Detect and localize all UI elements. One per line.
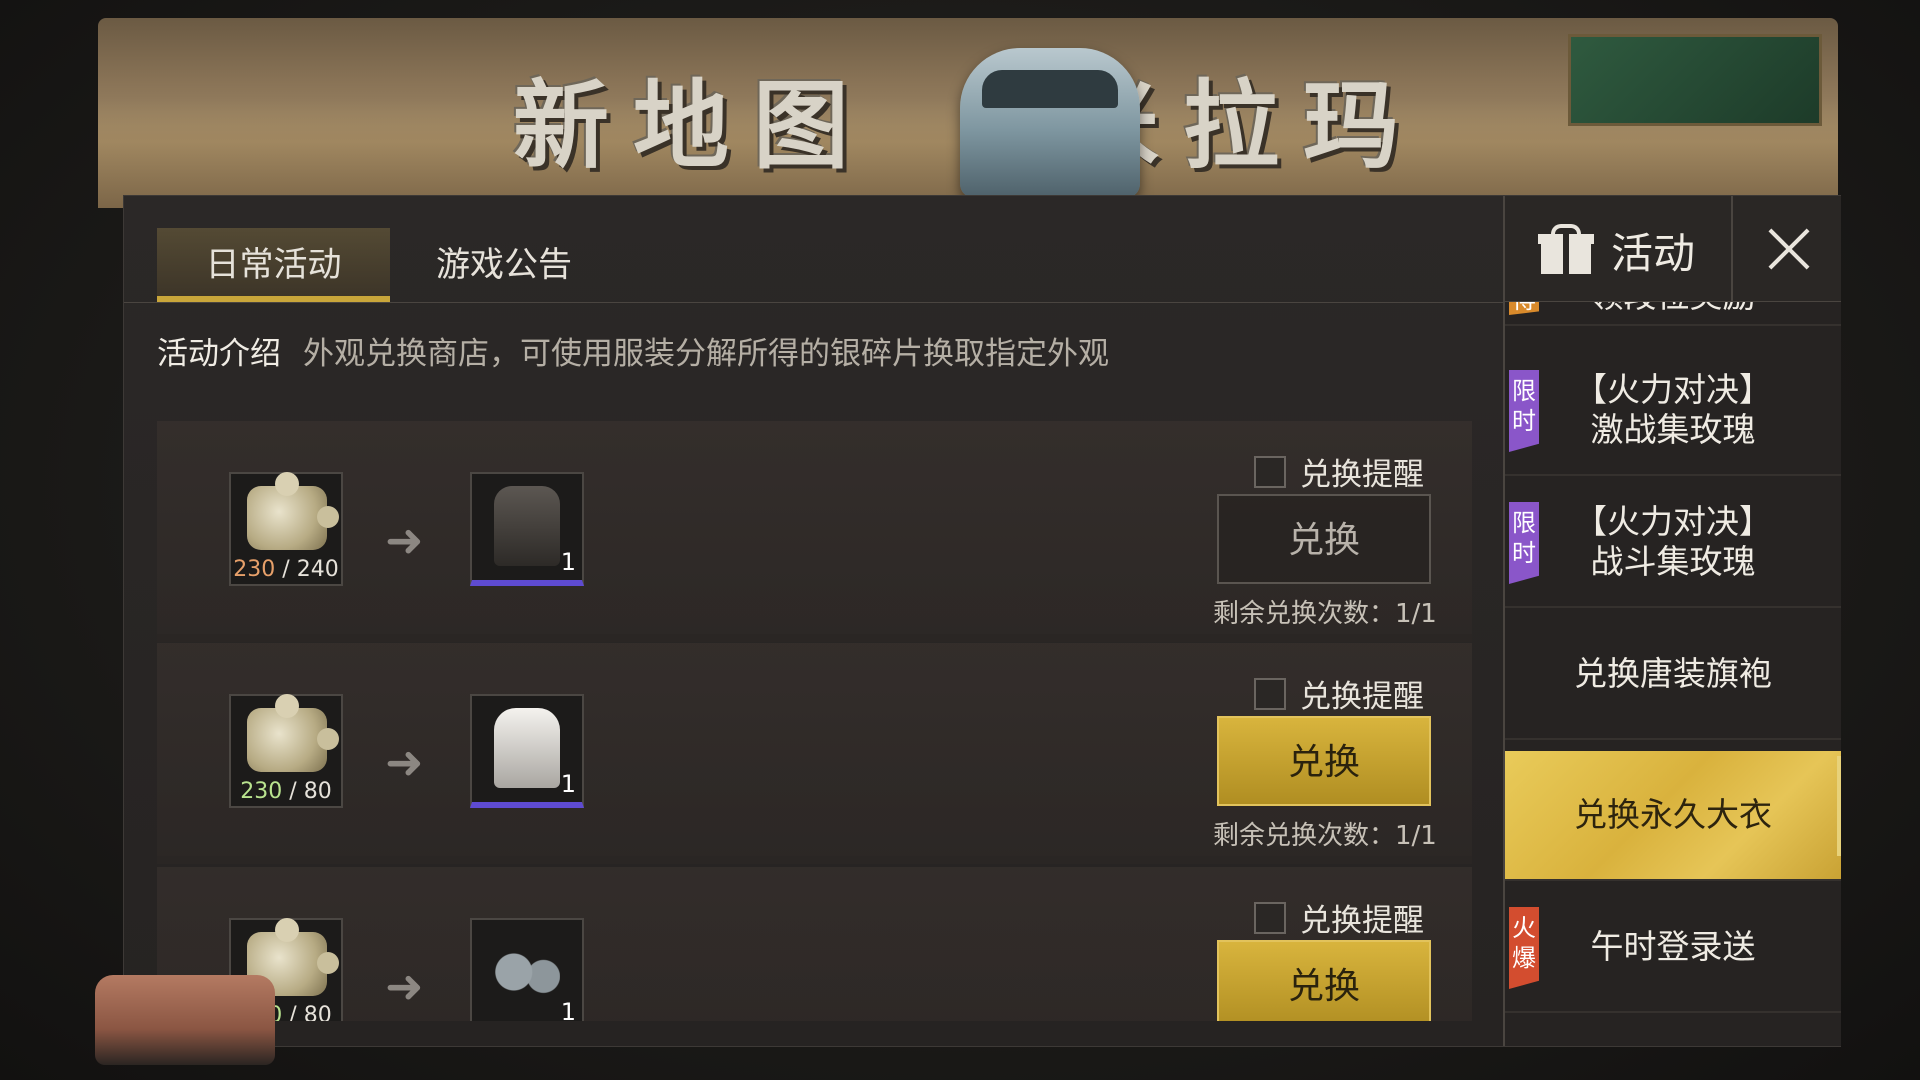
intro-label: 活动介绍 <box>157 336 281 372</box>
reward-item-tile[interactable]: 1 <box>470 472 584 586</box>
fragment-have: 230 <box>240 779 283 804</box>
sidebar-item-permanent-coat[interactable]: 兑换永久大衣 <box>1505 751 1841 881</box>
sidebar-item-tag: 限时 <box>1509 370 1539 452</box>
reminder-checkbox[interactable] <box>1254 901 1286 934</box>
sidebar-item-tag: 限时 <box>1509 502 1539 584</box>
close-icon[interactable] <box>1765 224 1813 272</box>
exchange-row: 230 / 80 ➜ 1 兑换提醒 兑换 剩余兑换次数：1/1 <box>157 643 1472 864</box>
exchange-row: 230 / 80 ➜ 1 兑换提醒 兑换 <box>157 867 1472 1021</box>
dark-trenchcoat-icon <box>494 486 560 566</box>
sunglasses-icon <box>494 950 560 994</box>
activity-intro: 活动介绍 外观兑换商店，可使用服装分解所得的银碎片换取指定外观 <box>157 328 1109 373</box>
puzzle-piece-icon <box>247 472 339 550</box>
activity-panel: 日常活动 游戏公告 活动介绍 外观兑换商店，可使用服装分解所得的银碎片换取指定外观… <box>123 195 1841 1047</box>
reminder-label: 兑换提醒 <box>1300 903 1424 939</box>
sidebar-scrollbar[interactable] <box>1837 756 1841 856</box>
sidebar-title: 活动 <box>1611 229 1696 278</box>
reminder-label: 兑换提醒 <box>1300 679 1424 715</box>
item-quantity: 1 <box>560 548 576 576</box>
reward-item-tile[interactable]: 1 <box>470 918 584 1021</box>
reminder-checkbox[interactable] <box>1254 455 1286 488</box>
sidebar-header: 活动 <box>1505 196 1841 302</box>
header-divider <box>1731 196 1733 301</box>
item-quantity: 1 <box>560 770 576 798</box>
exchange-reminder[interactable]: 兑换提醒 <box>1254 449 1424 494</box>
sidebar-item-label: 兑换唐装旗袍 <box>1574 654 1772 693</box>
intro-text: 外观兑换商店，可使用服装分解所得的银碎片换取指定外观 <box>303 336 1109 372</box>
arrow-right-icon: ➜ <box>385 959 424 1013</box>
remaining-exchanges: 剩余兑换次数：1/1 <box>1213 821 1437 851</box>
sidebar-item-firepower-roses-1[interactable]: 限时 【火力对决】激战集玫瑰 <box>1505 346 1841 476</box>
exchange-reminder[interactable]: 兑换提醒 <box>1254 895 1424 940</box>
sidebar-item-tag: 火爆 <box>1509 907 1539 989</box>
exchange-reminder[interactable]: 兑换提醒 <box>1254 671 1424 716</box>
exchange-button[interactable]: 兑换 <box>1217 494 1431 584</box>
arrow-right-icon: ➜ <box>385 735 424 789</box>
exchange-button[interactable]: 兑换 <box>1217 940 1431 1021</box>
sidebar-item-firepower-roses-2[interactable]: 限时 【火力对决】战斗集玫瑰 <box>1505 478 1841 608</box>
reminder-label: 兑换提醒 <box>1300 457 1424 493</box>
tab-daily-activities[interactable]: 日常活动 <box>157 228 390 302</box>
tab-game-announcements[interactable]: 游戏公告 <box>404 228 604 302</box>
silver-fragment-tile: 230 / 80 <box>229 694 343 808</box>
puzzle-piece-icon <box>247 694 339 772</box>
banner-title-part1: 新地图 <box>513 70 873 182</box>
exchange-button[interactable]: 兑换 <box>1217 716 1431 806</box>
fragment-need: 240 <box>296 557 339 582</box>
sidebar-item-label: 【火力对决】战斗集玫瑰 <box>1574 502 1772 581</box>
fragment-count: 230 / 240 <box>233 557 339 582</box>
reward-item-tile[interactable]: 1 <box>470 694 584 808</box>
exchange-list[interactable]: 230 / 240 ➜ 1 兑换提醒 兑换 剩余兑换次数：1/1 230 / 8… <box>157 421 1472 1021</box>
sidebar-item-label: 兑换永久大衣 <box>1574 795 1772 834</box>
sidebar-item-label: 【火力对决】激战集玫瑰 <box>1574 370 1772 449</box>
fragment-have: 230 <box>233 557 276 582</box>
jeep-image <box>95 975 275 1065</box>
event-banner: 新地图 米拉玛 <box>98 18 1838 208</box>
arrow-right-icon: ➜ <box>385 513 424 567</box>
sidebar-item-label: 午时登录送 <box>1590 927 1756 966</box>
silver-fragment-tile: 230 / 240 <box>229 472 343 586</box>
tab-bar: 日常活动 游戏公告 <box>124 196 1504 303</box>
sidebar-item-tang-costume[interactable]: 兑换唐装旗袍 <box>1505 610 1841 740</box>
item-quantity: 1 <box>560 998 576 1021</box>
exchange-row: 230 / 240 ➜ 1 兑换提醒 兑换 剩余兑换次数：1/1 <box>157 421 1472 642</box>
fragment-need: 80 <box>303 779 332 804</box>
fragment-count: 230 / 80 <box>240 779 332 804</box>
fragment-need: 80 <box>303 1003 332 1021</box>
sidebar-item-noon-login[interactable]: 火爆 午时登录送 <box>1505 883 1841 1013</box>
white-jacket-icon <box>494 708 560 788</box>
activity-sidebar[interactable]: 活动 得 领段位奖励 限时 【火力对决】激战集玫瑰 限时 【火力对决】战斗集玫瑰… <box>1503 196 1841 1046</box>
reminder-checkbox[interactable] <box>1254 677 1286 710</box>
van-image <box>960 48 1140 198</box>
remaining-exchanges: 剩余兑换次数：1/1 <box>1213 599 1437 629</box>
gift-icon <box>1538 224 1594 274</box>
